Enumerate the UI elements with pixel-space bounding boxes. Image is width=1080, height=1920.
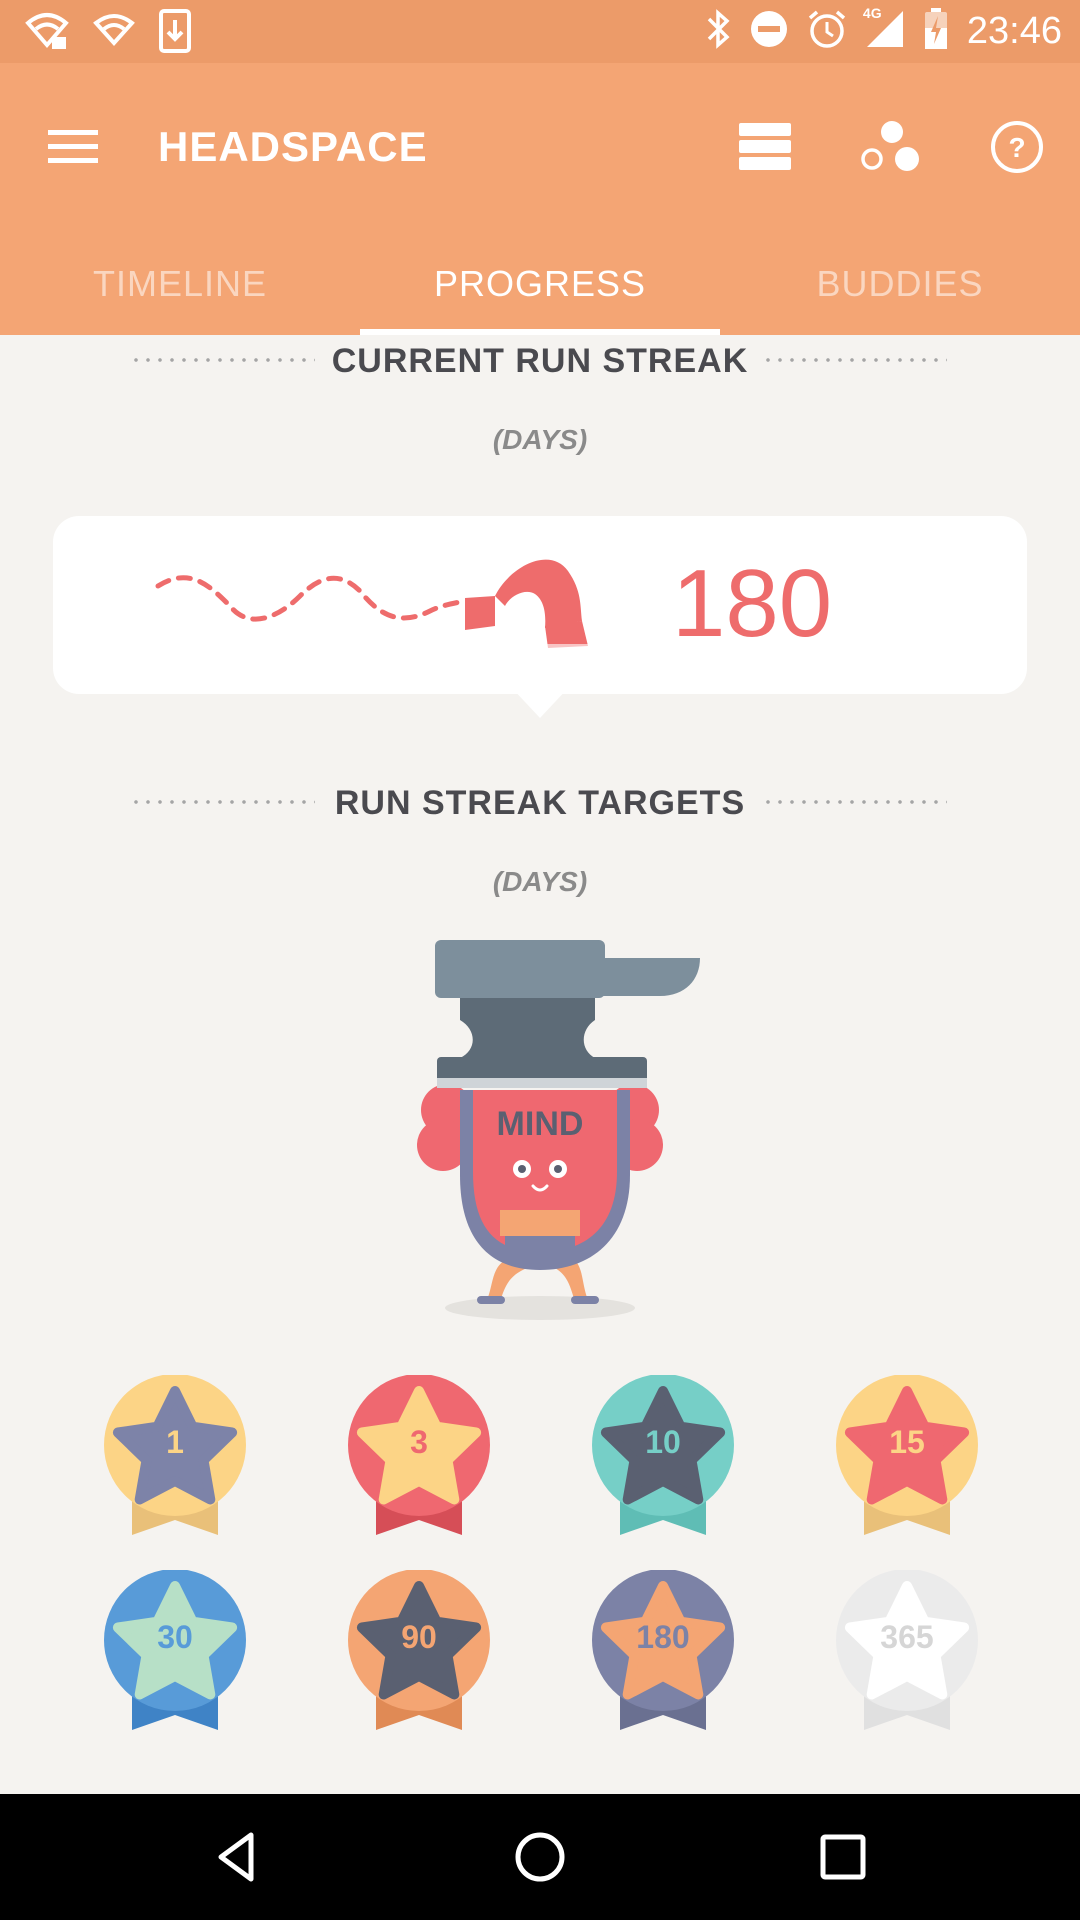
current-streak-title: CURRENT RUN STREAK bbox=[331, 342, 749, 380]
battery-charging-icon bbox=[923, 8, 949, 55]
badge-label: 10 bbox=[645, 1424, 681, 1460]
menu-icon bbox=[48, 130, 98, 163]
badge-label: 30 bbox=[157, 1619, 193, 1655]
streak-value: 180 bbox=[672, 550, 833, 657]
badge-label: 90 bbox=[401, 1619, 437, 1655]
alarm-icon bbox=[807, 9, 847, 54]
badge-label: 15 bbox=[889, 1424, 925, 1460]
targets-title: RUN STREAK TARGETS bbox=[334, 784, 746, 822]
tab-progress[interactable]: PROGRESS bbox=[360, 233, 720, 335]
signal-icon: 4G bbox=[863, 5, 905, 54]
badge[interactable]: 10 bbox=[588, 1375, 738, 1535]
badge[interactable]: 30 bbox=[100, 1570, 250, 1730]
status-bar: 4G 23:46 bbox=[0, 0, 1080, 63]
list-button[interactable] bbox=[725, 107, 805, 187]
app-bar: HEADSPACE ? TIMELINE PROGRESS BUDDIES bbox=[0, 63, 1080, 335]
svg-text:?: ? bbox=[1008, 132, 1025, 163]
buddies-icon bbox=[861, 121, 919, 171]
recents-icon bbox=[820, 1834, 866, 1880]
badge[interactable]: 3 bbox=[344, 1375, 494, 1535]
mind-anvil-illustration: MIND bbox=[417, 940, 700, 1320]
tab-buddies[interactable]: BUDDIES bbox=[720, 233, 1080, 335]
card-notch bbox=[510, 686, 570, 718]
home-button[interactable] bbox=[505, 1822, 575, 1892]
bluetooth-icon bbox=[705, 9, 731, 54]
badge-label: 1 bbox=[166, 1424, 184, 1460]
network-type-label: 4G bbox=[862, 5, 882, 21]
badge[interactable]: 90 bbox=[344, 1570, 494, 1730]
back-button[interactable] bbox=[202, 1822, 272, 1892]
current-streak-unit: (DAYS) bbox=[492, 424, 588, 455]
help-button[interactable]: ? bbox=[977, 107, 1057, 187]
badge-label: 3 bbox=[410, 1424, 428, 1460]
running-boot-illustration bbox=[155, 559, 590, 650]
home-icon bbox=[515, 1832, 565, 1882]
buddies-button[interactable] bbox=[851, 107, 931, 187]
list-icon bbox=[739, 123, 791, 170]
wifi-icon bbox=[92, 11, 136, 56]
tab-bar: TIMELINE PROGRESS BUDDIES bbox=[0, 233, 1080, 335]
tab-timeline[interactable]: TIMELINE bbox=[0, 233, 360, 335]
app-title: HEADSPACE bbox=[158, 123, 428, 170]
status-time: 23:46 bbox=[966, 10, 1062, 52]
mascot-label: MIND bbox=[497, 1105, 584, 1143]
tab-indicator bbox=[360, 329, 720, 335]
download-icon bbox=[158, 8, 192, 59]
help-icon: ? bbox=[991, 121, 1043, 173]
back-icon bbox=[218, 1832, 254, 1882]
wifi-lock-icon bbox=[24, 9, 70, 58]
menu-button[interactable] bbox=[40, 113, 106, 179]
recents-button[interactable] bbox=[808, 1822, 878, 1892]
targets-unit: (DAYS) bbox=[492, 866, 588, 897]
badge-label: 180 bbox=[636, 1619, 690, 1655]
badge[interactable]: 180 bbox=[588, 1570, 738, 1730]
badge-label: 365 bbox=[880, 1619, 934, 1655]
badge[interactable]: 1 bbox=[100, 1375, 250, 1535]
navigation-bar bbox=[0, 1794, 1080, 1920]
badge[interactable]: 15 bbox=[832, 1375, 982, 1535]
do-not-disturb-icon bbox=[749, 9, 789, 54]
badge[interactable]: 365 bbox=[832, 1570, 982, 1730]
